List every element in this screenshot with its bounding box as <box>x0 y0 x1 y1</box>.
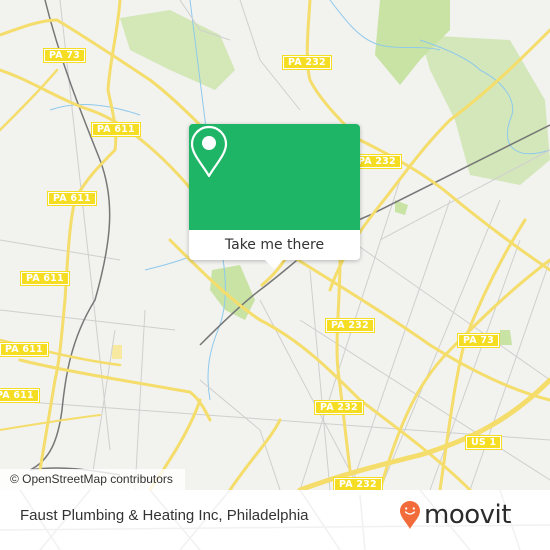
route-shield-pa611: PA 611 <box>47 191 97 206</box>
route-shield-pa232: PA 232 <box>325 318 375 333</box>
route-shield-pa611: PA 611 <box>91 122 141 137</box>
moovit-smile-pin-icon <box>400 501 420 529</box>
map-pin-icon <box>190 125 228 178</box>
popup-pointer <box>265 260 283 269</box>
route-shield-pa232: PA 232 <box>314 400 364 415</box>
map-attribution[interactable]: © OpenStreetMap contributors <box>0 469 185 490</box>
route-shield-pa611: PA 611 <box>0 342 49 357</box>
location-popup[interactable]: Take me there <box>189 124 360 269</box>
route-shield-us1: US 1 <box>465 435 503 450</box>
route-shield-pa611: PA 611 <box>0 388 40 403</box>
route-shield-pa232: PA 232 <box>282 55 332 70</box>
route-shield-pa73: PA 73 <box>43 48 86 63</box>
moovit-logo[interactable]: moovit <box>399 500 511 530</box>
take-me-there-button[interactable]: Take me there <box>189 230 360 260</box>
place-title: Faust Plumbing & Heating Inc, Philadelph… <box>20 507 309 524</box>
route-shield-pa611: PA 611 <box>20 271 70 286</box>
moovit-wordmark: moovit <box>424 500 511 530</box>
footer: Faust Plumbing & Heating Inc, Philadelph… <box>0 490 550 550</box>
route-shield-pa73: PA 73 <box>457 333 500 348</box>
route-shield-pa232: PA 232 <box>333 477 383 490</box>
popup-header[interactable] <box>189 124 360 230</box>
take-me-there-label: Take me there <box>224 237 325 253</box>
map-view[interactable]: PA 73 PA 611 PA 611 PA 611 PA 611 PA 611… <box>0 0 550 490</box>
